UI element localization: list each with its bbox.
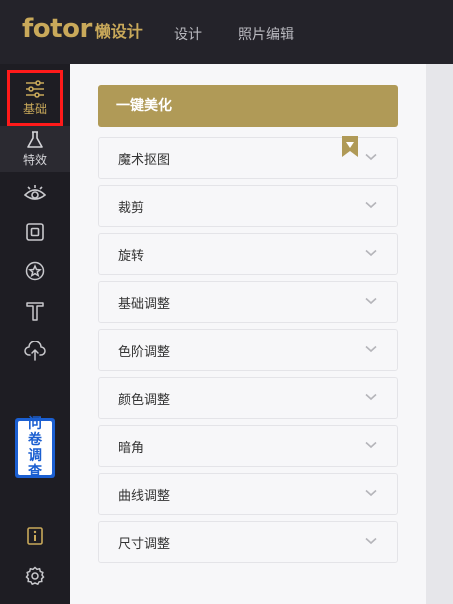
row-color-adjust[interactable]: 颜色调整	[98, 377, 398, 419]
row-label: 颜色调整	[118, 392, 171, 408]
row-label: 旋转	[118, 248, 145, 264]
text-icon	[26, 302, 44, 321]
row-label: 尺寸调整	[118, 536, 171, 552]
frame-icon	[26, 223, 44, 241]
survey-label: 问 卷 调 查	[18, 416, 52, 480]
tool-sidebar: 基础 特效 问 卷 调 查	[0, 64, 70, 604]
chevron-down-icon	[365, 537, 377, 545]
chevron-down-icon	[365, 201, 377, 209]
sidebar-item-eye[interactable]	[0, 174, 70, 214]
eye-icon	[24, 185, 46, 200]
survey-char: 调	[28, 448, 42, 464]
star-circle-icon	[25, 261, 45, 281]
row-crop[interactable]: 裁剪	[98, 185, 398, 227]
row-levels[interactable]: 色阶调整	[98, 329, 398, 371]
fotor-logo[interactable]: fotor 懒设计	[22, 14, 143, 44]
chevron-down-icon	[365, 249, 377, 257]
survey-button[interactable]: 问 卷 调 查	[15, 416, 55, 480]
one-click-enhance-button[interactable]: 一键美化	[98, 85, 398, 127]
chevron-down-icon	[365, 345, 377, 353]
row-curves[interactable]: 曲线调整	[98, 473, 398, 515]
sidebar-item-effects[interactable]: 特效	[0, 126, 70, 172]
sidebar-item-upload[interactable]	[0, 331, 70, 371]
settings-button[interactable]	[0, 565, 70, 587]
cloud-upload-icon	[24, 341, 46, 361]
sidebar-item-frame[interactable]	[0, 212, 70, 252]
sidebar-item-basic[interactable]: 基础	[7, 70, 63, 126]
info-button[interactable]	[0, 525, 70, 547]
row-basic-adjust[interactable]: 基础调整	[98, 281, 398, 323]
sidebar-item-sticker[interactable]	[0, 251, 70, 291]
chevron-down-icon	[365, 297, 377, 305]
flask-icon	[27, 130, 43, 148]
row-resize[interactable]: 尺寸调整	[98, 521, 398, 563]
row-label: 裁剪	[118, 200, 145, 216]
nav-design[interactable]: 设计	[174, 24, 202, 44]
canvas-area[interactable]	[426, 64, 453, 604]
row-label: 暗角	[118, 440, 145, 456]
sidebar-item-text[interactable]	[0, 291, 70, 331]
survey-char: 卷	[28, 432, 42, 448]
survey-char: 查	[28, 464, 42, 480]
row-label: 基础调整	[118, 296, 171, 312]
chevron-down-icon	[365, 441, 377, 449]
row-magic-cutout[interactable]: 魔术抠图	[98, 136, 398, 179]
logo-text: fotor	[22, 14, 92, 44]
sidebar-item-label: 基础	[22, 101, 47, 116]
logo-subtext: 懒设计	[94, 22, 143, 41]
chevron-down-icon	[365, 393, 377, 401]
premium-badge-icon	[342, 136, 358, 157]
gear-icon	[25, 566, 45, 586]
chevron-down-icon	[365, 153, 377, 161]
row-rotate[interactable]: 旋转	[98, 233, 398, 275]
row-label: 色阶调整	[118, 344, 171, 360]
sliders-icon	[26, 79, 44, 98]
sidebar-item-label: 特效	[22, 152, 47, 167]
row-label: 曲线调整	[118, 488, 171, 504]
info-icon	[27, 527, 43, 545]
row-vignette[interactable]: 暗角	[98, 425, 398, 467]
top-bar: fotor 懒设计 设计 照片编辑	[0, 0, 453, 64]
nav-photo-edit[interactable]: 照片编辑	[238, 24, 294, 44]
chevron-down-icon	[365, 489, 377, 497]
row-label: 魔术抠图	[118, 152, 171, 168]
survey-char: 问	[28, 416, 42, 432]
